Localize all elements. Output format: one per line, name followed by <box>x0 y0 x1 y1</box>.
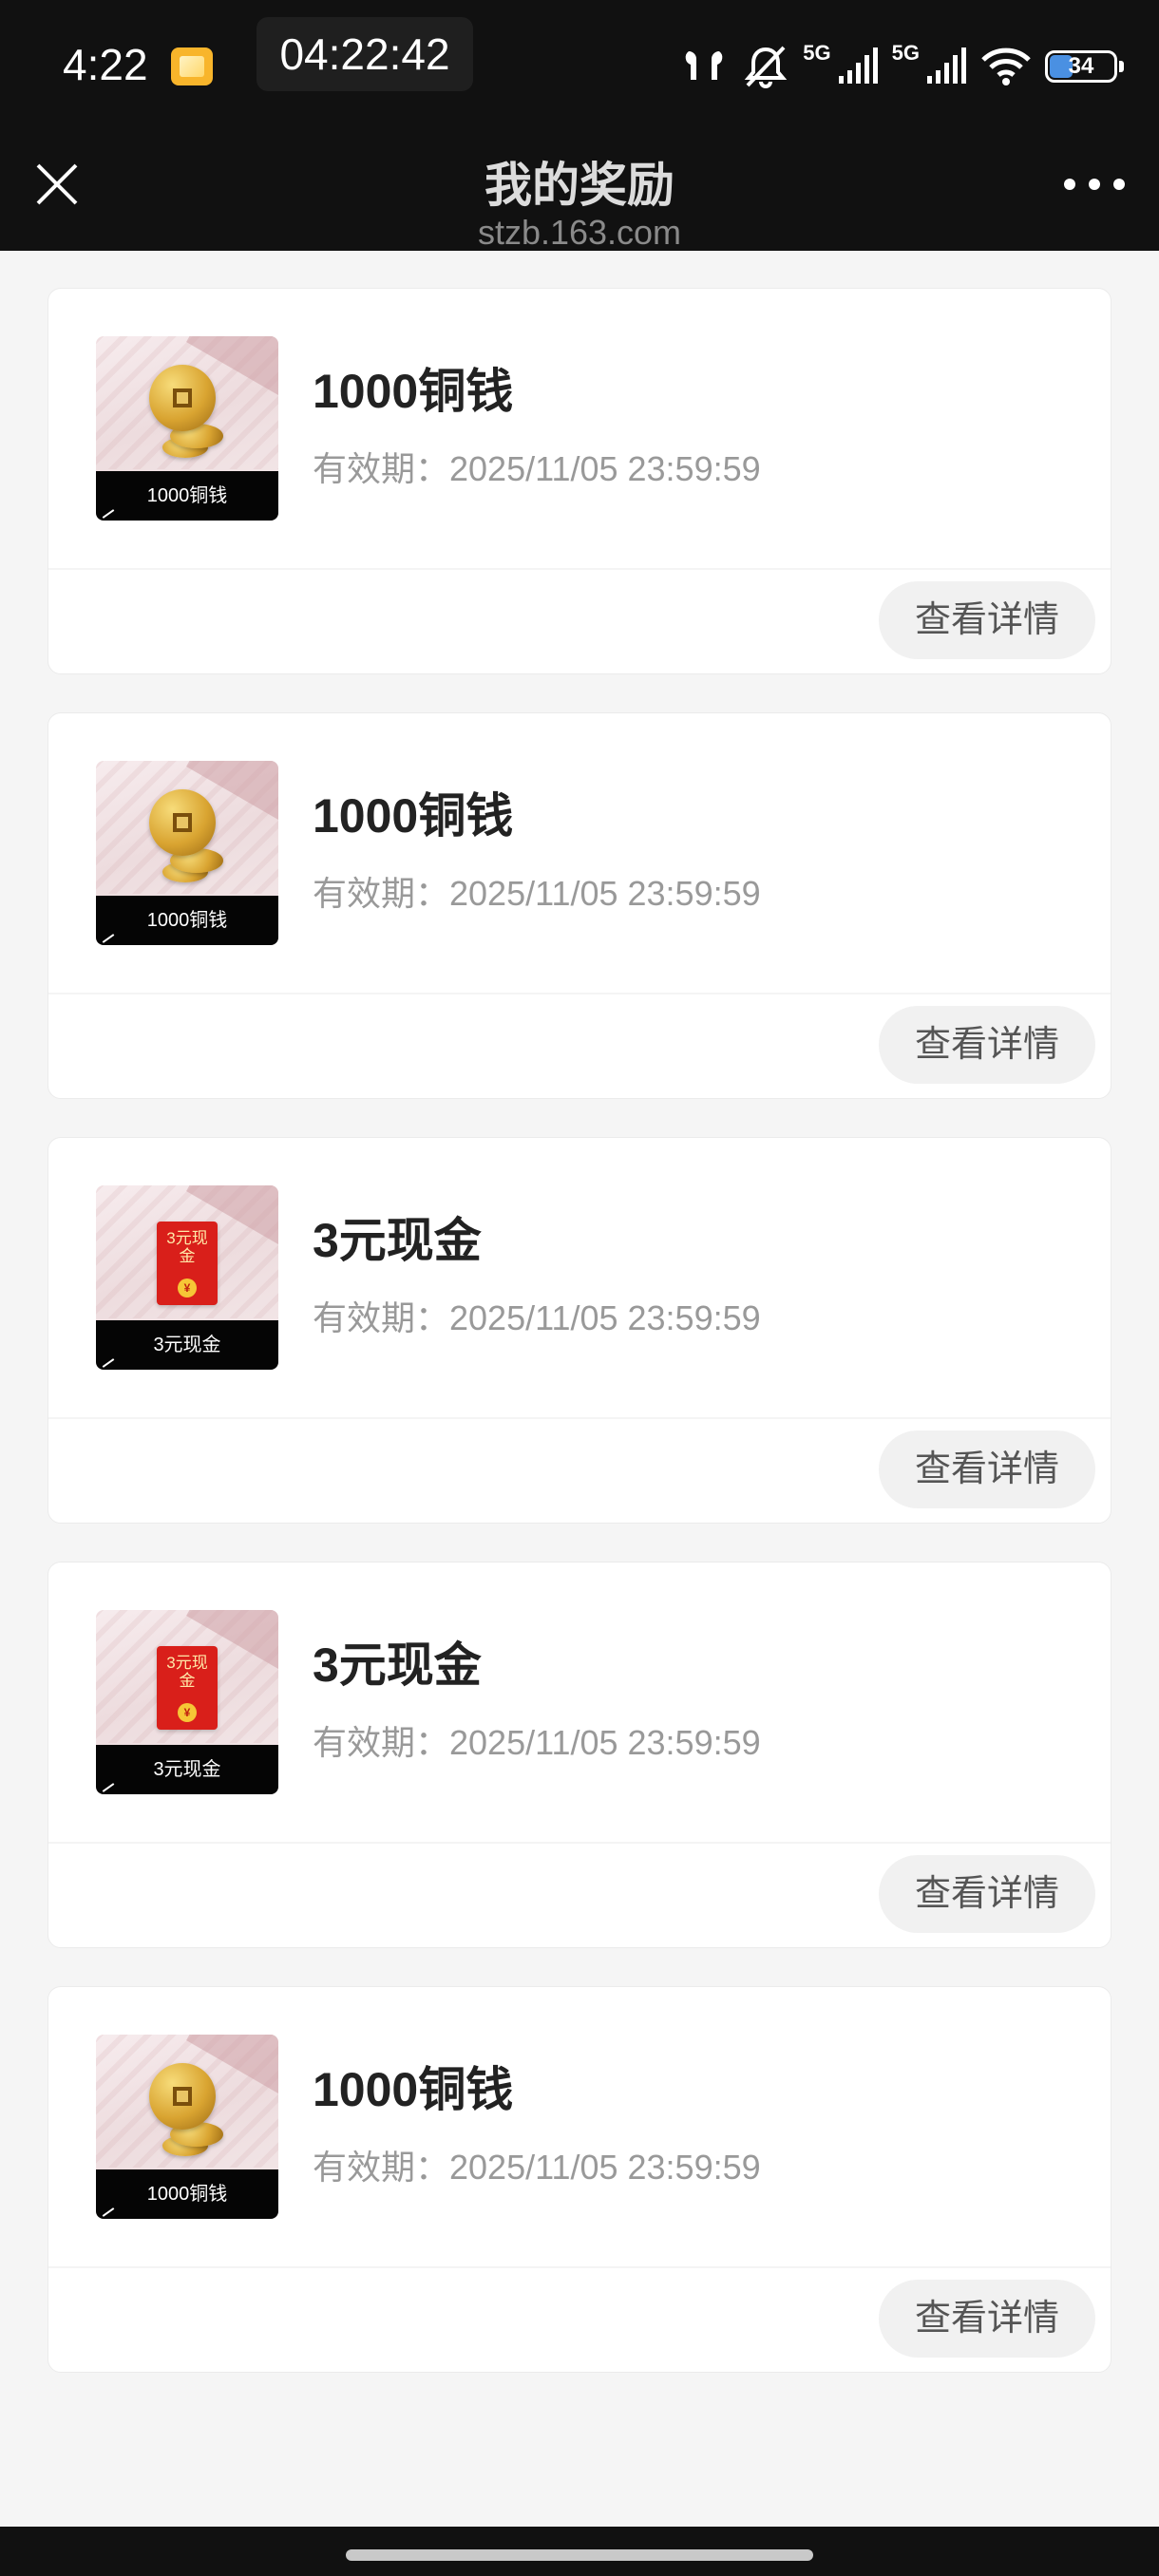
more-button[interactable] <box>1064 165 1125 203</box>
view-details-button[interactable]: 查看详情 <box>879 1855 1095 1933</box>
coin-reward-image: 1000铜钱 <box>96 2035 278 2219</box>
reward-card: 3元现金 ¥ 3元现金 3元现金 有效期：2025/11/05 23:59:59… <box>48 1137 1112 1524</box>
more-icon <box>1064 179 1075 190</box>
red-packet-icon: 3元现金 ¥ <box>157 1222 218 1305</box>
thumb-label: 1000铜钱 <box>96 471 278 521</box>
divider <box>48 1417 1111 1419</box>
cash-reward-image: 3元现金 ¥ 3元现金 <box>96 1185 278 1370</box>
view-details-button[interactable]: 查看详情 <box>879 1430 1095 1508</box>
wifi-icon <box>981 47 1031 85</box>
network-label-1: 5G <box>803 41 831 65</box>
reward-expiry: 有效期：2025/11/05 23:59:59 <box>313 449 761 488</box>
divider <box>48 2266 1111 2268</box>
reward-expiry: 有效期：2025/11/05 23:59:59 <box>313 1298 761 1337</box>
view-details-button[interactable]: 查看详情 <box>879 1006 1095 1084</box>
reward-expiry: 有效期：2025/11/05 23:59:59 <box>313 874 761 913</box>
divider <box>48 1842 1111 1844</box>
thumb-label: 1000铜钱 <box>96 2169 278 2219</box>
clock-overlay: 04:22:42 <box>256 17 473 91</box>
page-header: 我的奖励 stzb.163.com <box>0 133 1159 252</box>
reward-expiry: 有效期：2025/11/05 23:59:59 <box>313 2148 761 2187</box>
copper-coin-icon <box>149 365 229 469</box>
thumb-label: 3元现金 <box>96 1745 278 1794</box>
reward-list: 1000铜钱 1000铜钱 有效期：2025/11/05 23:59:59 查看… <box>48 288 1112 2411</box>
reward-card: 3元现金 ¥ 3元现金 3元现金 有效期：2025/11/05 23:59:59… <box>48 1562 1112 1948</box>
reward-title: 1000铜钱 <box>313 2063 514 2116</box>
reward-card: 1000铜钱 1000铜钱 有效期：2025/11/05 23:59:59 查看… <box>48 288 1112 674</box>
reward-expiry: 有效期：2025/11/05 23:59:59 <box>313 1723 761 1762</box>
coin-reward-image: 1000铜钱 <box>96 761 278 945</box>
earbuds-icon <box>685 51 723 80</box>
divider <box>48 568 1111 570</box>
signal-icon-1 <box>838 47 878 84</box>
reward-card: 1000铜钱 1000铜钱 有效期：2025/11/05 23:59:59 查看… <box>48 1986 1112 2373</box>
reward-title: 1000铜钱 <box>313 365 514 418</box>
copper-coin-icon <box>149 2063 229 2168</box>
network-label-2: 5G <box>891 41 920 65</box>
copper-coin-icon <box>149 789 229 894</box>
page-title: 我的奖励 <box>484 159 674 212</box>
thumb-label: 1000铜钱 <box>96 896 278 945</box>
view-details-button[interactable]: 查看详情 <box>879 2280 1095 2358</box>
status-bar: 4:22 04:22:42 5G 5G 34 <box>0 0 1159 133</box>
reward-title: 3元现金 <box>313 1214 482 1267</box>
divider <box>48 993 1111 994</box>
red-packet-text: 3元现金 <box>166 1229 208 1265</box>
red-packet-icon: 3元现金 ¥ <box>157 1646 218 1730</box>
home-indicator[interactable] <box>346 2549 813 2561</box>
coin-reward-image: 1000铜钱 <box>96 336 278 521</box>
battery-icon: 34 <box>1045 50 1124 83</box>
signal-icon-2 <box>927 47 966 84</box>
reward-title: 1000铜钱 <box>313 789 514 843</box>
notification-app-icon <box>171 47 213 85</box>
mute-bell-icon <box>745 46 788 88</box>
reward-card: 1000铜钱 1000铜钱 有效期：2025/11/05 23:59:59 查看… <box>48 712 1112 1099</box>
page-domain: stzb.163.com <box>477 213 682 252</box>
cash-reward-image: 3元现金 ¥ 3元现金 <box>96 1610 278 1794</box>
red-packet-text: 3元现金 <box>166 1654 208 1690</box>
navigation-bar <box>0 2527 1159 2576</box>
reward-title: 3元现金 <box>313 1638 482 1692</box>
status-time: 4:22 <box>63 40 148 89</box>
thumb-label: 3元现金 <box>96 1320 278 1370</box>
view-details-button[interactable]: 查看详情 <box>879 581 1095 659</box>
battery-level: 34 <box>1068 53 1094 79</box>
status-icons: 5G 5G 34 <box>679 38 1124 95</box>
